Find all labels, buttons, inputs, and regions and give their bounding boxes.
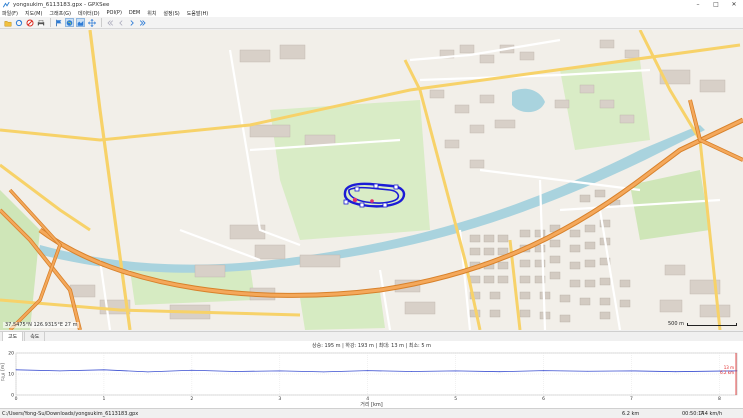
menu-position[interactable]: 위치 <box>147 10 156 17</box>
elevation-series-line[interactable] <box>15 369 738 373</box>
scale-bar-line <box>687 322 737 326</box>
waypoint-marker[interactable] <box>373 183 379 189</box>
elevation-data-point <box>631 370 632 372</box>
park-area <box>270 100 430 240</box>
minimize-button[interactable]: – <box>689 0 707 9</box>
elevation-data-point <box>103 369 105 371</box>
previous-button[interactable] <box>116 18 125 27</box>
close-file-button[interactable] <box>25 18 34 27</box>
menu-settings[interactable]: 설정(S) <box>163 10 179 17</box>
open-file-button[interactable] <box>3 18 12 27</box>
start-marker[interactable] <box>352 197 358 203</box>
elevation-chart[interactable]: 0 1 2 3 4 5 6 7 80102013 m6.2 km <box>0 347 743 405</box>
toolbar-separator <box>50 18 51 27</box>
graph-tabs: 고도 속도 <box>0 331 743 341</box>
pond <box>512 88 545 113</box>
toolbar <box>0 17 743 29</box>
end-marker[interactable] <box>370 199 374 203</box>
fullscreen-button[interactable] <box>87 18 96 27</box>
residential-district <box>469 189 631 323</box>
maximize-button[interactable]: □ <box>707 0 725 9</box>
waypoint-marker[interactable] <box>354 186 360 192</box>
elevation-data-point <box>279 370 281 372</box>
first-icon <box>106 19 113 26</box>
y-tick-label: 20 <box>8 351 14 357</box>
map-view[interactable]: 37.5475°N 126.9315°E 27 m 500 m <box>0 30 743 330</box>
elevation-data-point <box>191 369 193 371</box>
elevation-data-point <box>499 371 500 373</box>
total-distance: 6.2 km <box>622 410 640 417</box>
show-graphs-icon <box>77 20 84 26</box>
elevation-data-point <box>543 370 544 372</box>
elevation-data-point <box>587 370 588 372</box>
show-graphs-button[interactable] <box>76 18 85 27</box>
app-icon <box>3 1 10 7</box>
average-speed: 7.4 km/h <box>700 410 723 417</box>
tab-elevation[interactable]: 고도 <box>2 331 24 341</box>
waypoint-marker[interactable] <box>382 202 388 208</box>
menu-data[interactable]: 데이터(D) <box>78 10 100 17</box>
menu-help[interactable]: 도움말(H) <box>187 10 208 17</box>
elevation-data-point <box>235 371 237 372</box>
show-map-icon <box>66 19 73 26</box>
tab-speed[interactable]: 속도 <box>24 331 46 341</box>
window-title: yongsukim_6113183.gpx - GPXSee <box>13 1 110 8</box>
print-icon <box>37 19 44 26</box>
reload-icon <box>15 19 22 26</box>
scale-label: 500 m <box>667 321 684 327</box>
next-icon <box>129 19 134 26</box>
elevation-data-point <box>675 371 676 373</box>
elevation-profile[interactable]: 상승: 195 m | 하강: 193 m | 최대: 13 m | 최소: 5… <box>0 341 743 408</box>
menu-bar: 파일(F) 지도(M) 그래프(G) 데이터(D) POI(P) DEM 위치 … <box>0 9 743 17</box>
flag-icon <box>55 19 61 26</box>
toolbar-separator <box>101 18 102 27</box>
fullscreen-icon <box>87 18 96 27</box>
elevation-data-point <box>147 371 149 373</box>
previous-icon <box>118 19 122 26</box>
next-button[interactable] <box>127 18 136 27</box>
last-button[interactable] <box>138 18 147 27</box>
close-button[interactable]: ✕ <box>725 0 743 9</box>
elevation-data-point <box>411 371 413 372</box>
flag-button[interactable] <box>54 18 63 27</box>
reload-button[interactable] <box>14 18 23 27</box>
title-bar: yongsukim_6113183.gpx - GPXSee – □ ✕ <box>0 0 743 9</box>
close-file-icon <box>25 18 34 27</box>
elevation-data-point <box>15 369 17 371</box>
show-map-button[interactable] <box>65 18 74 27</box>
elevation-data-point <box>59 370 61 372</box>
waypoint-marker[interactable] <box>359 202 365 208</box>
elevation-data-point <box>323 371 325 373</box>
menu-map[interactable]: 지도(M) <box>25 10 42 17</box>
menu-file[interactable]: 파일(F) <box>2 10 18 17</box>
map-canvas[interactable] <box>0 30 743 330</box>
y-tick-label: 10 <box>8 372 14 378</box>
waypoint-marker[interactable] <box>393 184 399 190</box>
last-icon <box>139 19 146 26</box>
open-file-icon <box>4 20 11 26</box>
y-tick-label: 0 <box>11 393 14 399</box>
file-path: C:/Users/Yong-Su/Downloads/yongsukim_611… <box>2 410 139 417</box>
waypoint-marker[interactable] <box>343 199 349 205</box>
elevation-data-point <box>736 370 738 372</box>
status-bar: C:/Users/Yong-Su/Downloads/yongsukim_611… <box>0 408 743 418</box>
print-button[interactable] <box>36 18 45 27</box>
elevation-data-point <box>367 370 369 372</box>
elevation-data-point <box>455 370 457 372</box>
first-button[interactable] <box>105 18 114 27</box>
marker-distance-label: 6.2 km <box>720 370 734 375</box>
x-axis-label: 거리 [km] <box>360 402 383 408</box>
map-scale-bar: 500 m <box>668 321 737 327</box>
park-area <box>0 190 40 330</box>
coordinate-readout: 37.5475°N 126.9315°E 27 m <box>3 322 80 328</box>
menu-poi[interactable]: POI(P) <box>107 10 122 16</box>
menu-graph[interactable]: 그래프(G) <box>49 10 71 17</box>
menu-dem[interactable]: DEM <box>129 10 140 16</box>
